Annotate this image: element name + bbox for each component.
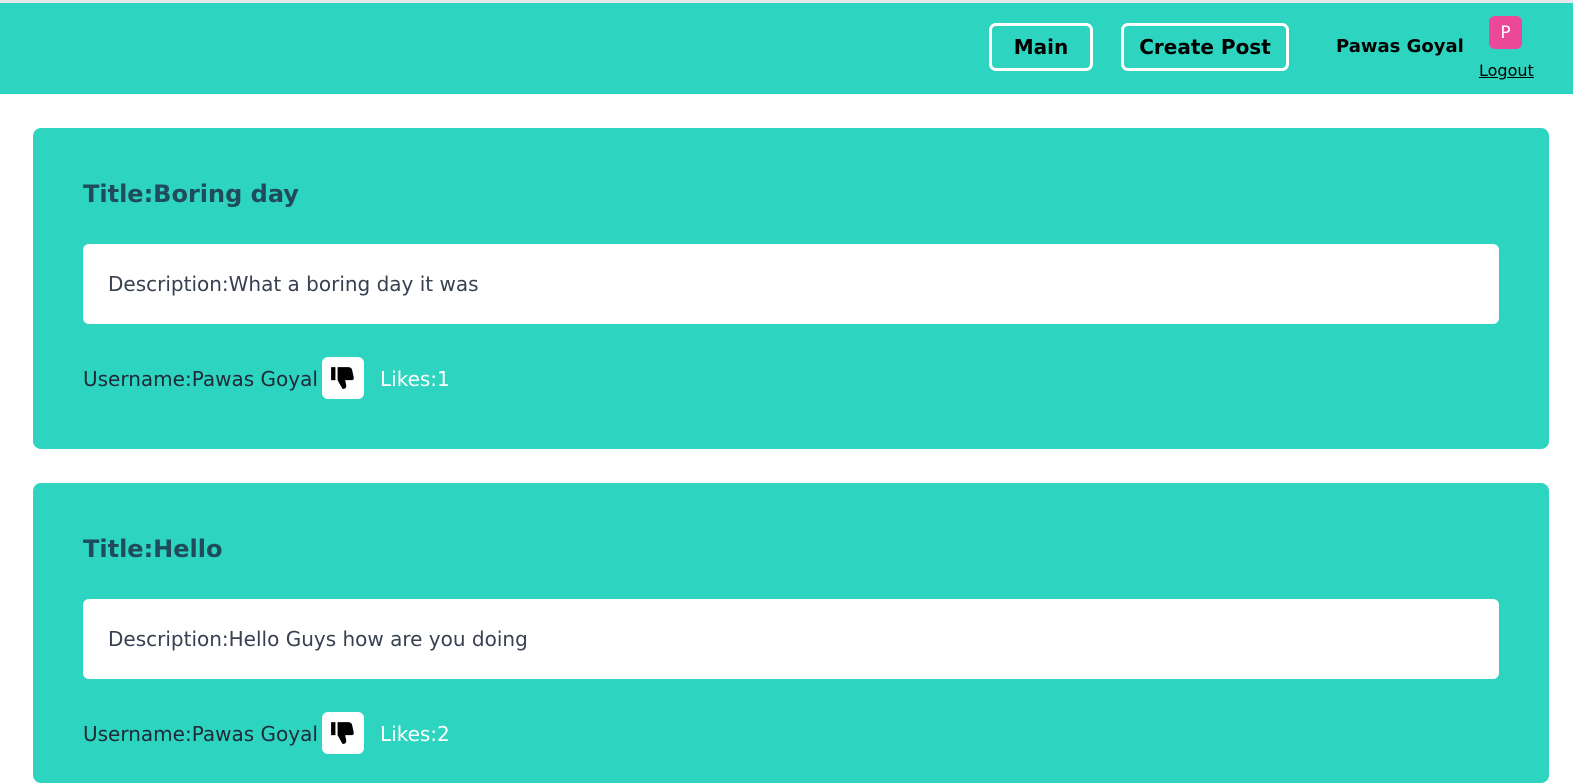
post-description-box: Description:What a boring day it was <box>83 244 1499 324</box>
post-description-box: Description:Hello Guys how are you doing <box>83 599 1499 679</box>
create-post-button[interactable]: Create Post <box>1121 23 1289 71</box>
logout-link[interactable]: Logout <box>1479 61 1534 80</box>
post-username: Username:Pawas Goyal <box>83 722 318 746</box>
dislike-button[interactable] <box>322 712 364 754</box>
navbar: Main Create Post Pawas Goyal P Logout <box>0 3 1573 94</box>
post-likes: Likes:1 <box>380 367 450 391</box>
post-title: Title:Hello <box>83 535 223 563</box>
post-card: Title:Boring day Description:What a bori… <box>33 128 1549 449</box>
post-likes: Likes:2 <box>380 722 450 746</box>
avatar[interactable]: P <box>1489 16 1522 49</box>
post-username: Username:Pawas Goyal <box>83 367 318 391</box>
thumbs-down-icon <box>331 722 354 744</box>
main-button[interactable]: Main <box>989 23 1093 71</box>
post-description: Description:What a boring day it was <box>108 272 479 296</box>
thumbs-down-icon <box>331 367 354 389</box>
user-name: Pawas Goyal <box>1336 36 1464 57</box>
dislike-button[interactable] <box>322 357 364 399</box>
post-card: Title:Hello Description:Hello Guys how a… <box>33 483 1549 783</box>
post-title: Title:Boring day <box>83 180 299 208</box>
post-description: Description:Hello Guys how are you doing <box>108 627 528 651</box>
